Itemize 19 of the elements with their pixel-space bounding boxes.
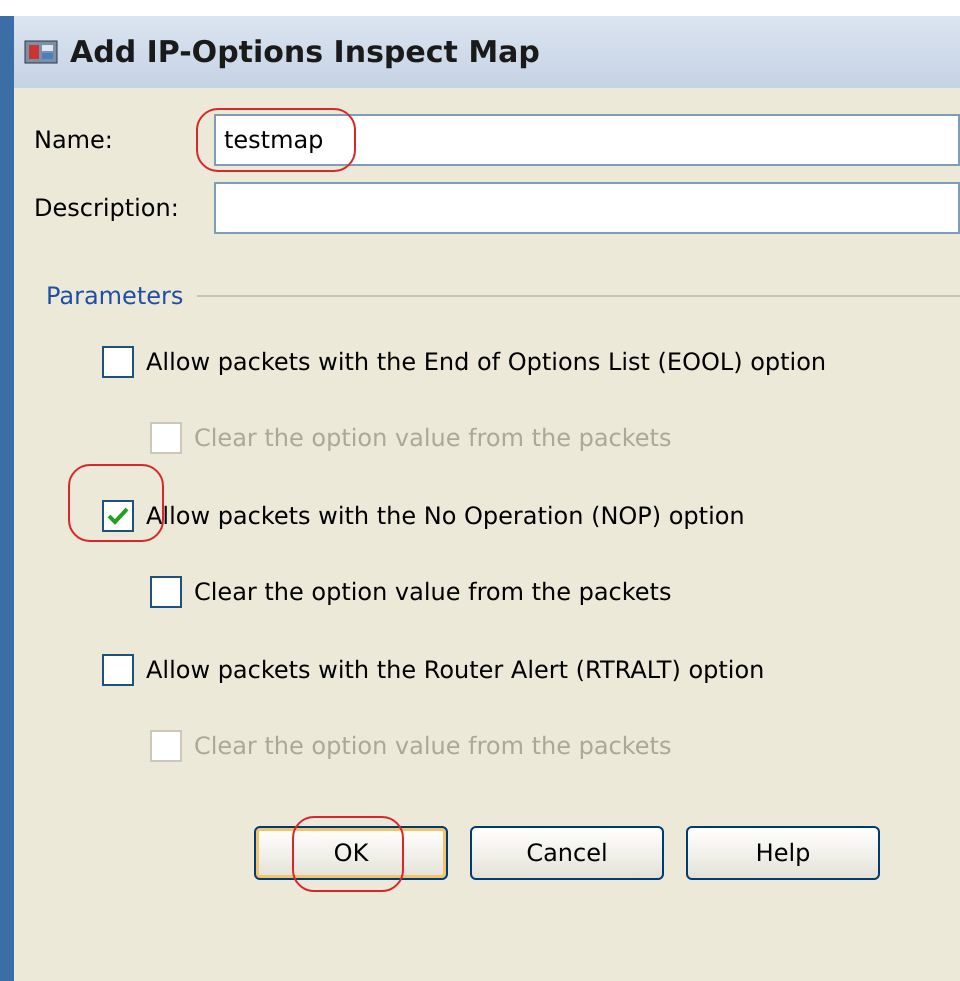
checkbox[interactable] (150, 576, 182, 608)
option-label: Allow packets with the Router Alert (RTRALT) option (146, 655, 764, 686)
dialog-button[interactable]: OK (254, 826, 448, 880)
window-title: Add IP-Options Inspect Map (70, 34, 540, 72)
option-label: Clear the option value from the packets (194, 423, 672, 454)
option-label: Clear the option value from the packets (194, 731, 672, 762)
option-label: Allow packets with the End of Options List (EOOL) option (146, 347, 826, 378)
checkbox[interactable] (102, 346, 134, 378)
dialog-button[interactable]: Cancel (470, 826, 664, 880)
checkbox[interactable] (102, 654, 134, 686)
field-label: Name: (34, 125, 114, 156)
description-field[interactable] (214, 182, 960, 234)
check-icon (107, 506, 129, 526)
option-label: Clear the option value from the packets (194, 577, 672, 608)
checkbox[interactable] (102, 500, 134, 532)
name-field[interactable]: testmap (214, 114, 960, 166)
dialog-button[interactable]: Help (686, 826, 880, 880)
field-label: Description: (34, 193, 180, 224)
group-title: Parameters (46, 281, 184, 312)
